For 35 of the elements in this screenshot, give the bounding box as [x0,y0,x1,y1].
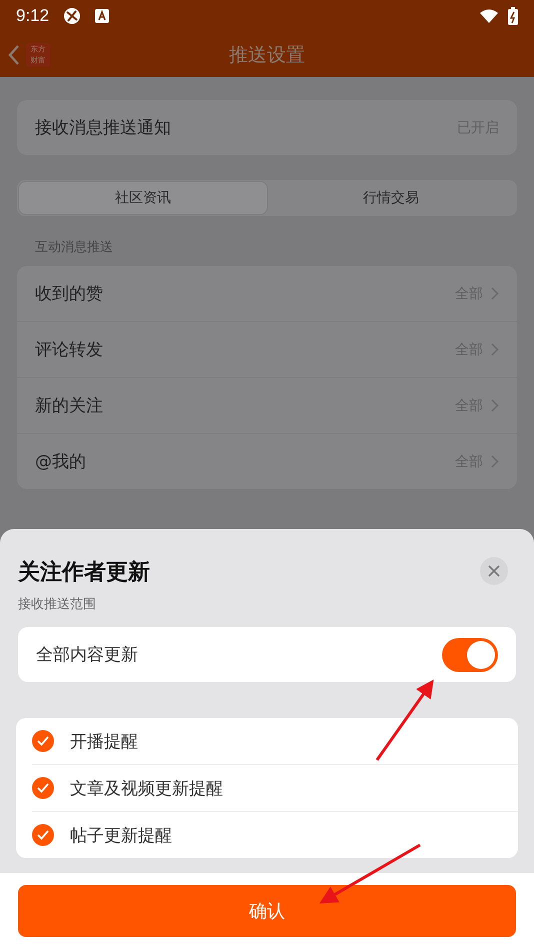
option-label: 文章及视频更新提醒 [70,778,223,800]
confirm-button[interactable]: 确认 [18,885,516,937]
page-title: 推送设置 [229,42,305,68]
chevron-right-icon [491,455,499,468]
status-time: 9:12 [16,6,50,26]
back-icon[interactable] [8,44,20,64]
chevron-right-icon [491,343,499,356]
section-title: 互动消息推送 [35,239,114,256]
checkbox[interactable] [32,777,54,799]
tab[interactable]: 行情交易 [267,182,515,214]
setting-label[interactable]: @我的 [35,450,86,473]
close-button[interactable] [480,557,508,585]
option-label: 帖子更新提醒 [70,824,172,846]
check-icon [37,736,49,746]
keyboard-status-icon [95,9,110,23]
setting-label[interactable]: 新的关注 [35,394,103,417]
option-label: 开播提醒 [70,730,138,752]
setting-label: 接收消息推送通知 [35,117,171,139]
app-status-icon [63,7,82,25]
sheet-subtitle: 接收推送范围 [18,596,97,613]
setting-label[interactable]: 收到的赞 [35,282,103,305]
close-icon [488,565,500,577]
toggle-label: 全部内容更新 [36,644,138,666]
wifi-icon [480,9,498,23]
setting-label[interactable]: 评论转发 [35,338,103,361]
check-icon [37,783,49,793]
battery-icon [508,7,518,25]
check-icon [37,830,49,840]
tab[interactable]: 社区资讯 [19,182,267,214]
sheet-title: 关注作者更新 [18,559,150,587]
checkbox[interactable] [32,824,54,846]
toggle-switch[interactable] [442,638,498,672]
chevron-right-icon [491,287,499,300]
chevron-right-icon [491,399,499,412]
checkbox[interactable] [32,730,54,752]
